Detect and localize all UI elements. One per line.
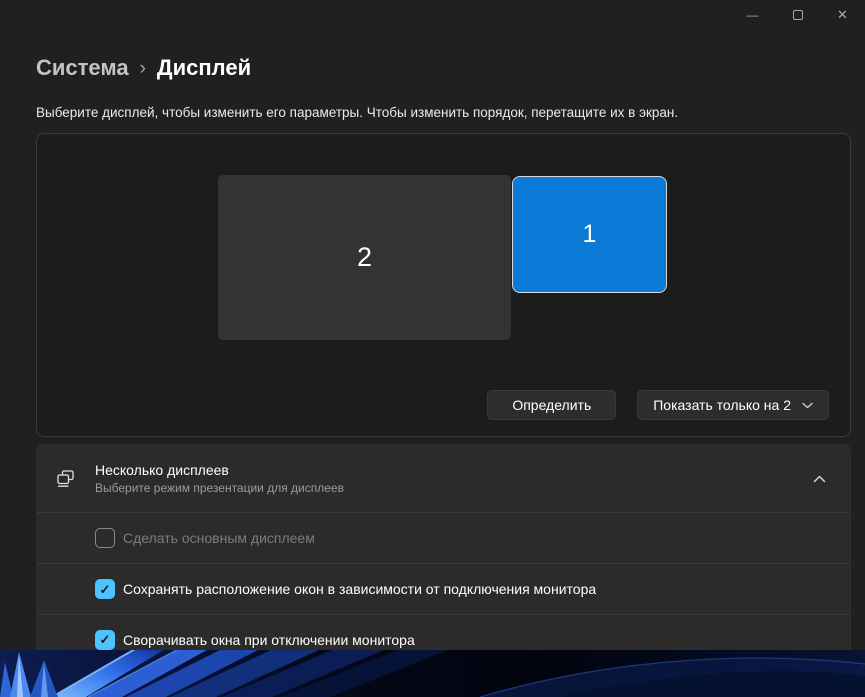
remember-window-locations-label: Сохранять расположение окон в зависимост… (123, 581, 597, 597)
settings-window: — ✕ Система › Дисплей Выберите дисплей, … (0, 0, 865, 650)
make-primary-checkbox[interactable] (95, 528, 115, 548)
minimize-icon: — (746, 8, 759, 22)
chevron-up-icon (813, 475, 826, 482)
make-primary-label: Сделать основным дисплеем (123, 530, 315, 546)
minimize-windows-checkbox[interactable]: ✓ (95, 629, 115, 650)
monitor-2-label: 2 (356, 242, 373, 272)
identify-button[interactable]: Определить (487, 390, 617, 420)
multiple-displays-header[interactable]: Несколько дисплеев Выберите режим презен… (37, 445, 850, 512)
maximize-icon (792, 10, 803, 20)
multiple-displays-card: Несколько дисплеев Выберите режим презен… (36, 444, 851, 650)
monitor-1[interactable]: 1 (512, 176, 667, 293)
chevron-right-icon: › (139, 58, 146, 79)
multiple-displays-title: Несколько дисплеев (95, 462, 229, 478)
monitor-2[interactable]: 2 (218, 175, 511, 340)
option-row-remember-window-locations: ✓ Сохранять расположение окон в зависимо… (37, 563, 850, 614)
desktop-wallpaper (0, 650, 865, 697)
settings-content: Система › Дисплей Выберите дисплей, чтоб… (36, 0, 851, 650)
show-only-dropdown-label: Показать только на 2 (653, 397, 791, 413)
multiple-displays-icon (57, 470, 74, 487)
monitor-1-label: 1 (582, 220, 597, 248)
close-icon: ✕ (837, 7, 848, 22)
titlebar: — ✕ (730, 0, 865, 30)
display-arrangement-panel: 2 1 Определить Показать только на 2 (36, 133, 851, 437)
page-title: Дисплей (156, 55, 252, 80)
multiple-displays-subtitle: Выберите режим презентации для дисплеев (95, 481, 344, 495)
maximize-button[interactable] (775, 0, 820, 30)
panel-buttons: Определить Показать только на 2 (487, 390, 829, 420)
minimize-windows-label: Сворачивать окна при отключении монитора (123, 631, 415, 648)
chevron-down-icon (802, 402, 813, 408)
option-row-minimize-windows: ✓ Сворачивать окна при отключении монито… (37, 614, 850, 650)
close-button[interactable]: ✕ (820, 0, 865, 30)
checkmark-icon: ✓ (99, 632, 111, 647)
show-only-dropdown[interactable]: Показать только на 2 (637, 390, 829, 420)
page-description: Выберите дисплей, чтобы изменить его пар… (36, 105, 679, 120)
breadcrumb: Система › Дисплей (36, 0, 851, 83)
multiple-displays-header-text: Несколько дисплеев Выберите режим презен… (95, 462, 344, 495)
breadcrumb-system-link[interactable]: Система (36, 53, 129, 83)
checkmark-icon: ✓ (99, 581, 111, 597)
remember-window-locations-checkbox[interactable]: ✓ (95, 579, 115, 599)
option-row-make-primary: Сделать основным дисплеем (37, 512, 850, 563)
minimize-button[interactable]: — (730, 0, 775, 30)
